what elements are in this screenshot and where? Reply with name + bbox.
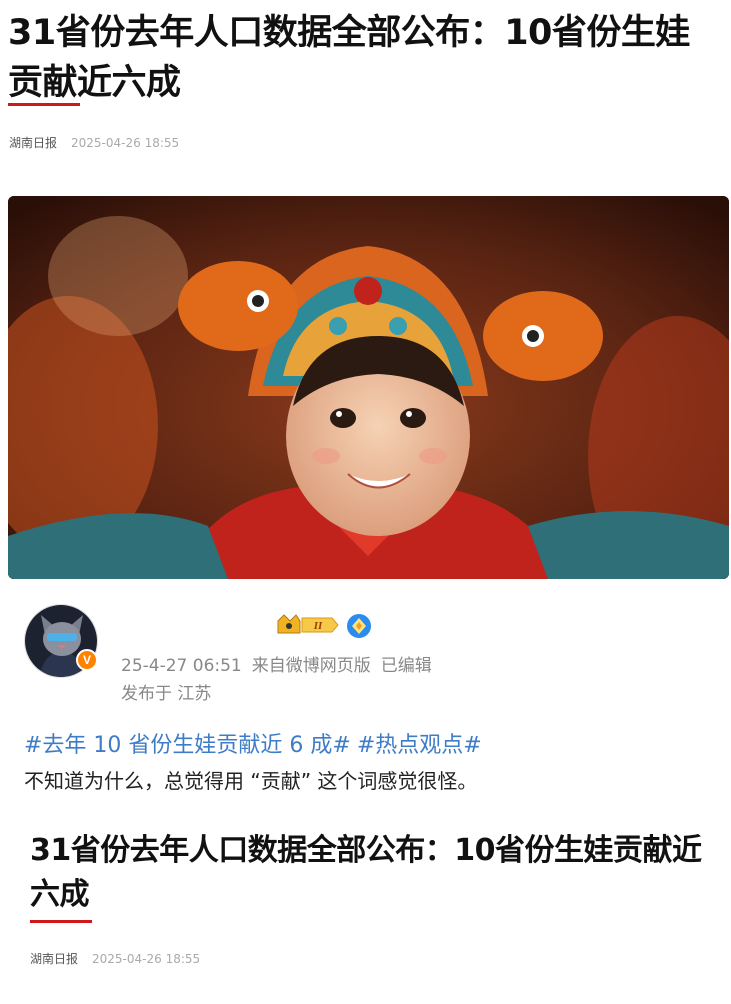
article-source[interactable]: 湖南日报 (9, 136, 57, 150)
post-meta: 25-4-27 06:51 来自微博网页版 已编辑 (121, 651, 442, 676)
weibo-post: V II 25-4-27 06:51 来自微博网页版 已编辑 发布于 江苏 #去年 … (0, 583, 731, 1004)
quoted-meta: 湖南日报 2025-04-26 18:55 (30, 950, 200, 967)
quoted-date: 2025-04-26 18:55 (92, 952, 201, 966)
post-time[interactable]: 25-4-27 06:51 (121, 656, 242, 676)
post-edited[interactable]: 已编辑 (381, 656, 432, 676)
post-location: 发布于 江苏 (121, 684, 212, 704)
topic-link[interactable]: #去年 10 省份生娃贡献近 6 成# (24, 733, 351, 758)
article-header: 31省份去年人口数据全部公布：10省份生娃贡献近六成 湖南日报 2025-04-2… (0, 0, 731, 168)
child-in-opera-headdress-illustration (8, 196, 729, 579)
blue-diamond-badge-icon[interactable] (346, 613, 372, 639)
quoted-article-card[interactable]: 31省份去年人口数据全部公布：10省份生娃贡献近六成 (20, 821, 714, 999)
crown-badge-icon[interactable]: II (276, 613, 340, 637)
post-topics: #去年 10 省份生娃贡献近 6 成# #热点观点# (24, 727, 488, 759)
article-date: 2025-04-26 18:55 (71, 136, 180, 150)
quoted-source[interactable]: 湖南日报 (30, 952, 78, 966)
svg-text:II: II (313, 620, 323, 632)
article-headline[interactable]: 31省份去年人口数据全部公布：10省份生娃贡献近六成 (8, 8, 723, 108)
post-body: 不知道为什么，总觉得用 “贡献” 这个词感觉很怪。 (24, 769, 478, 793)
quoted-headline[interactable]: 31省份去年人口数据全部公布：10省份生娃贡献近六成 (30, 829, 710, 917)
post-via: 来自微博网页版 (251, 656, 371, 676)
quoted-headline-underline (30, 920, 92, 923)
article-meta: 湖南日报 2025-04-26 18:55 (9, 134, 179, 151)
verified-v-icon: V (76, 649, 98, 671)
headline-underline (8, 103, 80, 106)
hero-image[interactable] (8, 196, 729, 579)
topic-link[interactable]: #热点观点# (357, 733, 482, 758)
